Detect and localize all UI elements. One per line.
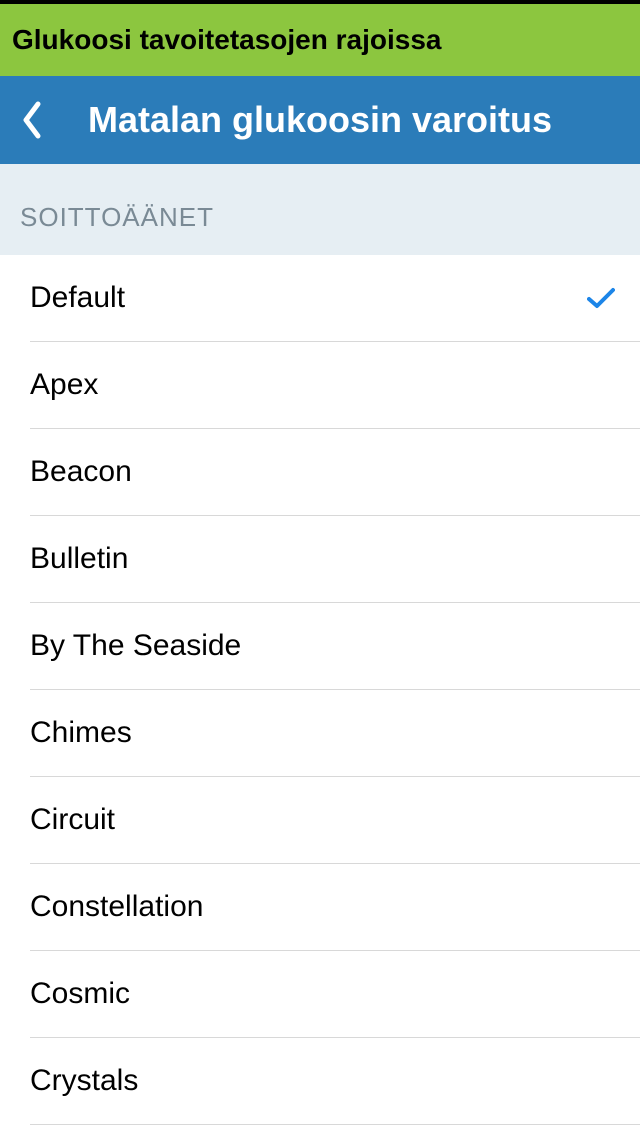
status-banner-text: Glukoosi tavoitetasojen rajoissa — [12, 24, 441, 55]
ringtone-label: Constellation — [30, 890, 203, 924]
ringtone-label: Apex — [30, 368, 98, 402]
ringtone-item[interactable]: Apex — [30, 342, 640, 429]
ringtone-item[interactable]: Cosmic — [30, 951, 640, 1038]
page-title: Matalan glukoosin varoitus — [88, 99, 552, 141]
ringtone-label: Circuit — [30, 803, 115, 837]
ringtone-label: Chimes — [30, 716, 132, 750]
ringtone-item[interactable]: Circuit — [30, 777, 640, 864]
navigation-bar: Matalan glukoosin varoitus — [0, 76, 640, 164]
glucose-status-banner: Glukoosi tavoitetasojen rajoissa — [0, 4, 640, 76]
ringtones-section-header: SOITTOÄÄNET — [0, 164, 640, 255]
ringtone-item[interactable]: Bulletin — [30, 516, 640, 603]
ringtone-item[interactable]: Beacon — [30, 429, 640, 516]
ringtone-item[interactable]: Default — [30, 255, 640, 342]
ringtone-item[interactable]: Crystals — [30, 1038, 640, 1125]
ringtone-label: Crystals — [30, 1064, 138, 1098]
ringtone-label: Default — [30, 281, 125, 315]
checkmark-icon — [586, 283, 616, 313]
ringtone-list: Default Apex Beacon Bulletin By The Seaside C… — [0, 255, 640, 1125]
ringtone-item[interactable]: By The Seaside — [30, 603, 640, 690]
ringtone-item[interactable]: Constellation — [30, 864, 640, 951]
back-button[interactable] — [8, 76, 56, 164]
ringtone-label: Beacon — [30, 455, 132, 489]
ringtone-label: Bulletin — [30, 542, 128, 576]
ringtone-label: By The Seaside — [30, 629, 241, 663]
ringtone-item[interactable]: Chimes — [30, 690, 640, 777]
ringtone-label: Cosmic — [30, 977, 130, 1011]
chevron-left-icon — [20, 100, 44, 140]
